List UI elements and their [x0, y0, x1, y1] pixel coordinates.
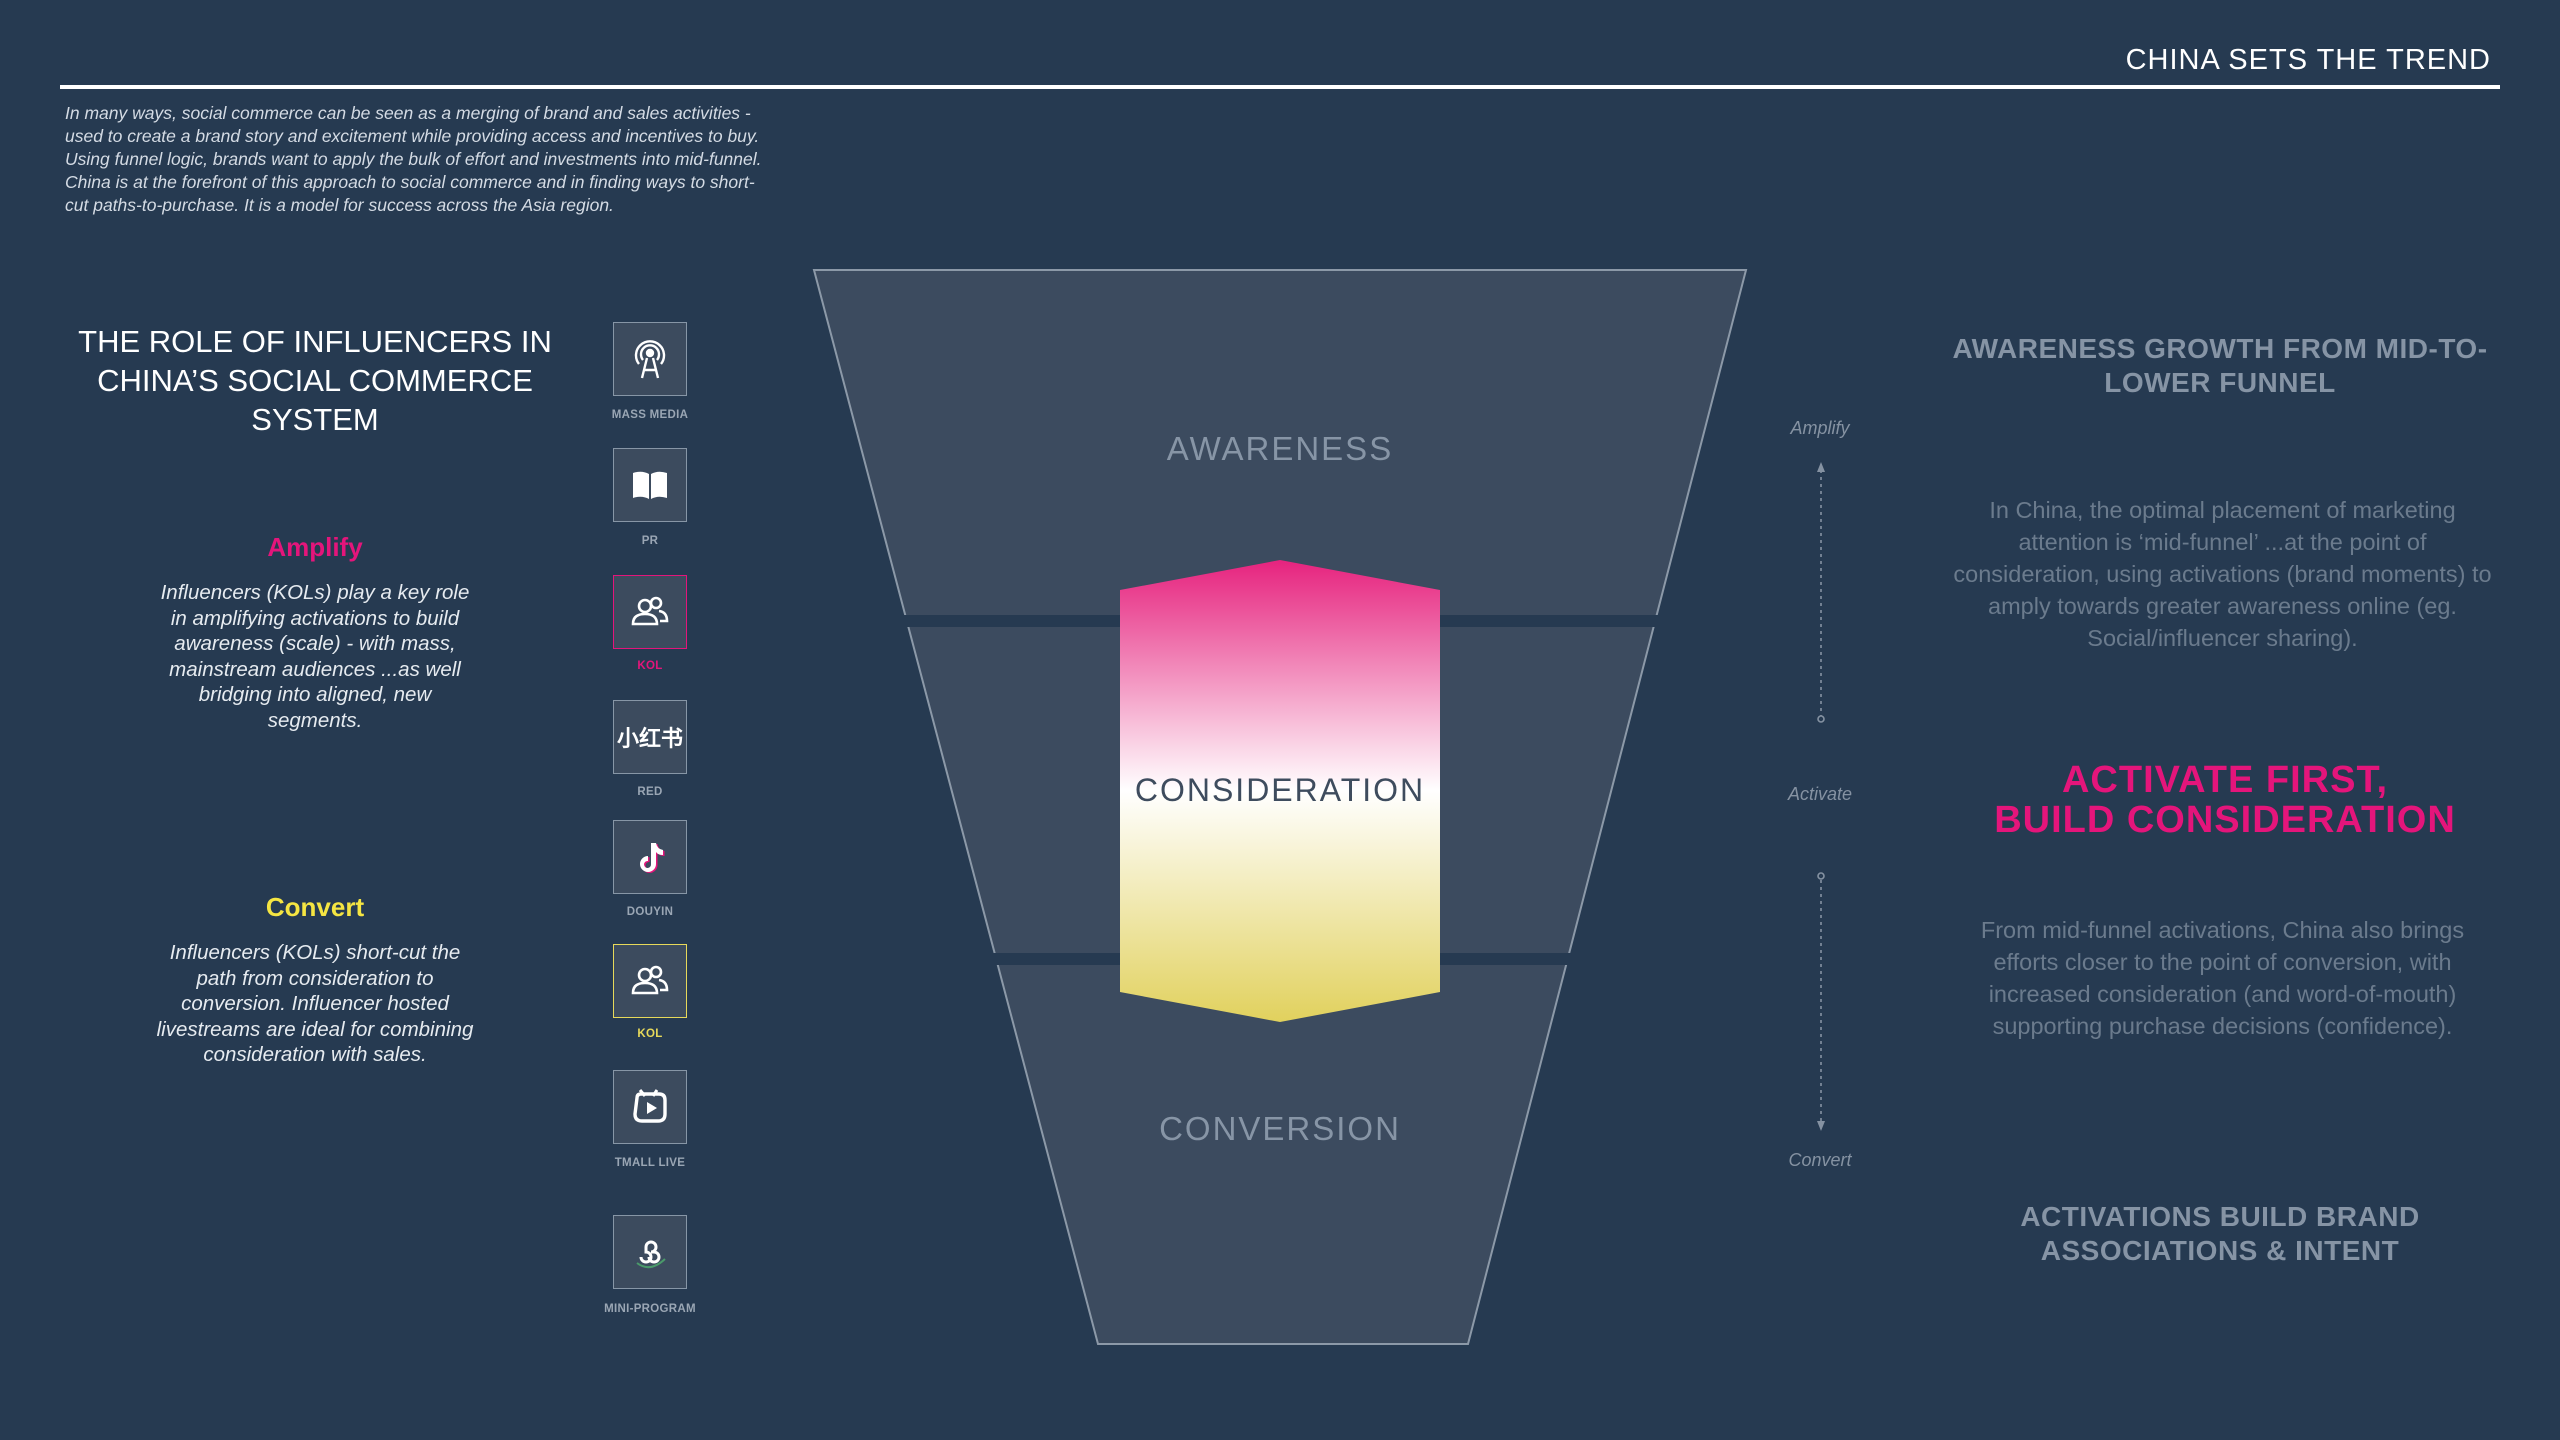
conversion-body: From mid-funnel activations, China also … [1980, 917, 2465, 1039]
activate-first-line2: BUILD CONSIDERATION [1994, 799, 2456, 841]
awareness-growth-heading: AWARENESS GROWTH FROM MID-TO-LOWER FUNNE… [1952, 333, 2488, 398]
activations-heading: ACTIVATIONS BUILD BRAND ASSOCIATIONS & I… [2020, 1201, 2420, 1266]
awareness-growth-body: In China, the optimal placement of marke… [1953, 497, 2492, 651]
flow-activate-label: Activate [1787, 784, 1853, 804]
activate-first-line1: ACTIVATE FIRST, [2061, 759, 2389, 801]
stage-conversion-label: CONVERSION [1159, 1110, 1401, 1147]
flow-convert-label: Convert [1788, 1150, 1852, 1170]
activate-first-heading: ACTIVATE FIRST, BUILD CONSIDERATION [1940, 760, 2510, 840]
stage-consideration-label: CONSIDERATION [1134, 772, 1426, 808]
stage-awareness-label: AWARENESS [1166, 430, 1394, 467]
flow-amplify-label: Amplify [1790, 418, 1850, 438]
